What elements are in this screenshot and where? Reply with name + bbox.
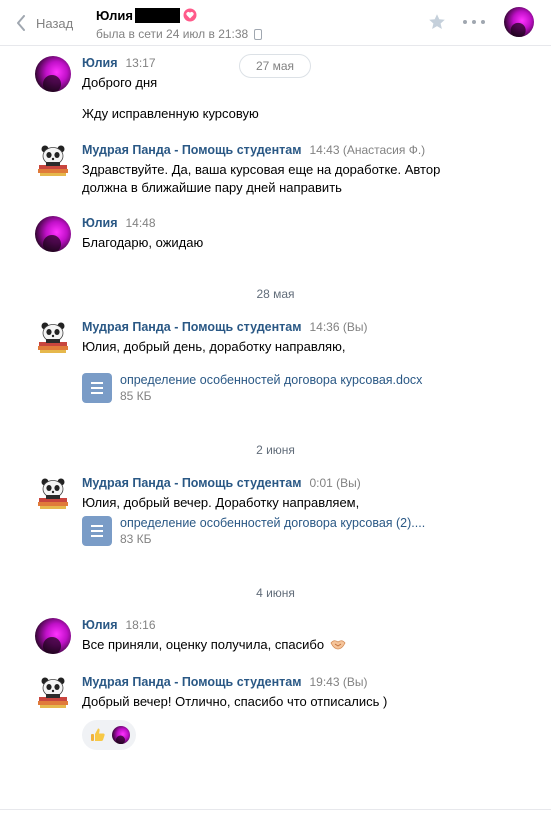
message-text-content: Все приняли, оценку получила, спасибо: [82, 637, 325, 652]
back-label: Назад: [36, 15, 74, 31]
message: Мудрая Панда - Помощь студентам 0:01 (Вы…: [35, 476, 541, 552]
message-text: Добрый вечер! Отлично, спасибо что отпис…: [82, 694, 388, 709]
peer-info[interactable]: Юлия была в сети 24 июл в 21:38: [96, 6, 263, 41]
panda-avatar[interactable]: [35, 675, 71, 711]
chat-header: Назад Юлия была в сети 24 июл в 21:38: [0, 0, 551, 46]
message: Юлия 13:17 Доброго дня Жду исправленную …: [35, 56, 541, 132]
reaction-bubble[interactable]: [82, 720, 136, 750]
peer-status: была в сети 24 июл в 21:38: [96, 27, 263, 41]
message-author[interactable]: Юлия: [82, 618, 118, 632]
message: Юлия 18:16 Все приняли, оценку получила,…: [35, 618, 541, 658]
document-icon[interactable]: [82, 373, 112, 403]
message-time[interactable]: 0:01 (Вы): [309, 476, 360, 490]
message-time[interactable]: 14:36 (Вы): [309, 320, 367, 334]
last-seen-text: была в сети 24 июл в 21:38: [96, 27, 249, 41]
document-title[interactable]: определение особенностей договора курсов…: [120, 516, 425, 530]
message-text: Здравствуйте. Да, ваша курсовая еще на д…: [82, 162, 441, 177]
message-text: Юлия, добрый день, доработку направляю,: [82, 339, 346, 354]
handshake-icon: [330, 640, 346, 650]
more-horizontal-icon[interactable]: [463, 13, 485, 31]
message-author[interactable]: Юлия: [82, 216, 118, 230]
message-time[interactable]: 19:43 (Вы): [309, 675, 367, 689]
message: Мудрая Панда - Помощь студентам 19:43 (В…: [35, 675, 541, 715]
message-text: Благодарю, ожидаю: [82, 235, 204, 250]
date-divider: 2 июня: [256, 443, 295, 457]
message-author[interactable]: Мудрая Панда - Помощь студентам: [82, 143, 301, 157]
back-button[interactable]: Назад: [10, 11, 73, 35]
message-time[interactable]: 14:48: [126, 216, 156, 230]
message-text: Доброго дня: [82, 75, 158, 90]
message-time[interactable]: 18:16: [126, 618, 156, 632]
message-text: Юлия, добрый вечер. Доработку направляем…: [82, 495, 360, 510]
message-author[interactable]: Юлия: [82, 56, 118, 70]
message-text: Все приняли, оценку получила, спасибо: [82, 636, 346, 654]
panda-avatar[interactable]: [35, 143, 71, 179]
divider: [0, 809, 551, 810]
document-title[interactable]: определение особенностей договора курсов…: [120, 373, 422, 387]
panda-avatar[interactable]: [35, 476, 71, 512]
peer-avatar[interactable]: [504, 7, 534, 37]
mobile-icon: [254, 28, 263, 40]
message: Мудрая Панда - Помощь студентам 14:43 (А…: [35, 143, 541, 203]
heart-icon: [183, 8, 197, 22]
message-text: Жду исправленную курсовую: [82, 106, 259, 121]
avatar[interactable]: [35, 618, 71, 654]
avatar[interactable]: [35, 56, 71, 92]
message-author[interactable]: Мудрая Панда - Помощь студентам: [82, 320, 301, 334]
panda-avatar[interactable]: [35, 320, 71, 356]
star-icon[interactable]: [428, 13, 446, 31]
message: Юлия 14:48 Благодарю, ожидаю: [35, 216, 541, 256]
document-size: 83 КБ: [120, 532, 152, 546]
message: Мудрая Панда - Помощь студентам 14:36 (В…: [35, 320, 541, 410]
message-author[interactable]: Мудрая Панда - Помощь студентам: [82, 476, 301, 490]
thumbs-up-icon[interactable]: [90, 727, 106, 743]
message-time[interactable]: 14:43 (Анастасия Ф.): [309, 143, 425, 157]
date-divider: 28 мая: [256, 287, 295, 301]
document-size: 85 КБ: [120, 389, 152, 403]
message-text: должна в ближайшие пару дней направить: [82, 180, 342, 195]
reaction-avatar[interactable]: [112, 726, 130, 744]
chevron-left-icon: [10, 11, 32, 35]
redaction-block: [134, 7, 180, 23]
message-author[interactable]: Мудрая Панда - Помощь студентам: [82, 675, 301, 689]
peer-name[interactable]: Юлия: [96, 8, 133, 23]
avatar[interactable]: [35, 216, 71, 252]
document-icon[interactable]: [82, 516, 112, 546]
date-divider: 4 июня: [256, 586, 295, 600]
message-time[interactable]: 13:17: [126, 56, 156, 70]
